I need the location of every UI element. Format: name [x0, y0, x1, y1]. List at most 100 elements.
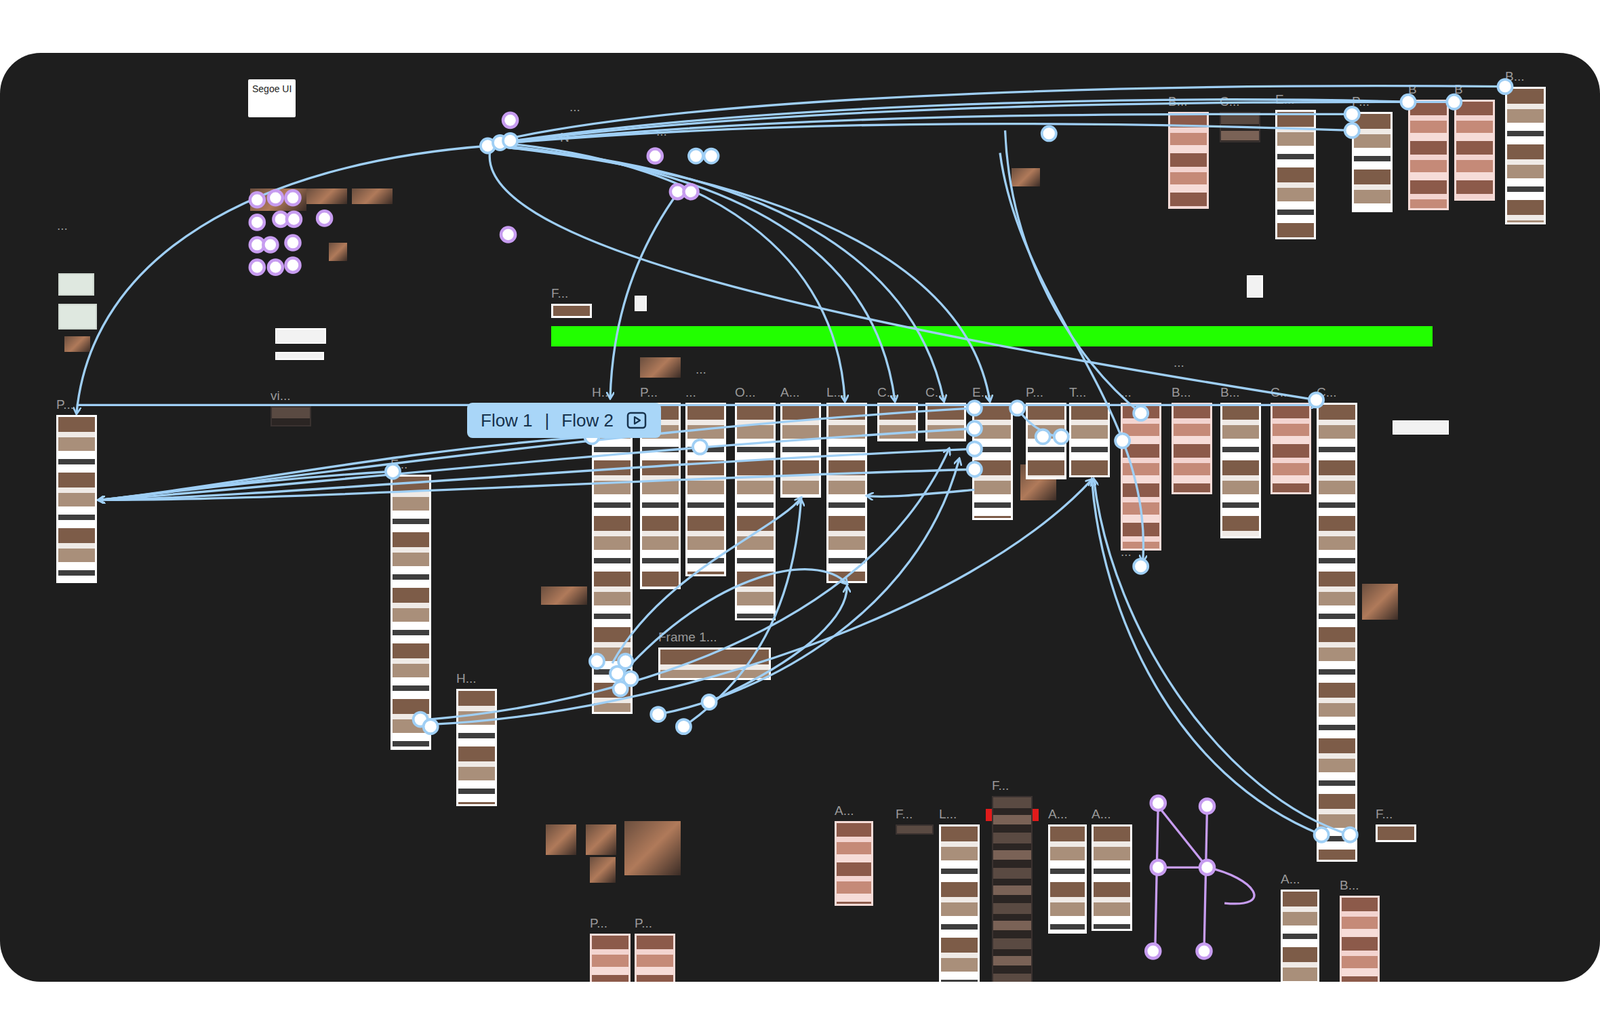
frame-thumbnail[interactable]	[56, 414, 97, 584]
map-image[interactable]	[58, 303, 97, 330]
connection-line[interactable]	[1091, 479, 1322, 835]
frame-node[interactable]: C...	[1316, 385, 1358, 862]
instance-dot[interactable]	[285, 258, 300, 273]
frame-label[interactable]: F...	[895, 806, 934, 822]
connection-line[interactable]	[1093, 479, 1350, 835]
hotspot-dot[interactable]	[1345, 123, 1360, 138]
frame-label[interactable]: vi...	[270, 388, 312, 404]
hotspot-dot[interactable]	[702, 694, 717, 710]
flow-tab[interactable]: Flow 1	[480, 410, 533, 432]
frame-label[interactable]: B	[1454, 82, 1495, 97]
component-connection[interactable]	[1157, 806, 1207, 868]
photo[interactable]	[1011, 168, 1040, 187]
hotspot-dot[interactable]	[480, 138, 495, 153]
frame-thumbnail[interactable]	[1375, 824, 1417, 843]
connection-line[interactable]	[683, 499, 801, 727]
instance-dot[interactable]	[250, 214, 265, 230]
frame-node[interactable]: C...	[877, 385, 918, 442]
hotspot-dot[interactable]	[692, 440, 708, 455]
instance-dot[interactable]	[285, 190, 300, 205]
frame-label[interactable]: ...	[1120, 385, 1162, 400]
hotspot-dot[interactable]	[1314, 827, 1329, 843]
frame-label[interactable]: C...	[925, 385, 967, 400]
connection-line[interactable]	[1017, 408, 1062, 437]
frame-thumbnail[interactable]	[1454, 99, 1495, 201]
frame-node[interactable]: F...	[551, 286, 592, 318]
frame-thumbnail[interactable]	[390, 474, 432, 750]
component-connection[interactable]	[1155, 803, 1159, 952]
frame-label[interactable]: F...	[551, 286, 592, 302]
frame-thumbnail[interactable]	[1339, 895, 1380, 982]
hotspot-dot[interactable]	[1054, 429, 1069, 445]
frame-label[interactable]: B...	[1220, 385, 1262, 400]
frame-node[interactable]: P...	[56, 397, 97, 584]
instance-dot[interactable]	[670, 184, 685, 199]
hotspot-dot[interactable]	[1497, 79, 1512, 94]
hotspot-dot[interactable]	[589, 654, 605, 669]
frame-label[interactable]: L...	[826, 385, 868, 400]
frame-thumbnail[interactable]	[1120, 402, 1162, 551]
note-label[interactable]: ...	[656, 124, 668, 139]
frame-node[interactable]: P...	[1351, 94, 1393, 213]
instance-dot[interactable]	[250, 260, 265, 275]
frame-node[interactable]: C...	[1219, 94, 1261, 143]
hotspot-dot[interactable]	[613, 681, 628, 696]
frame-label[interactable]: P...	[634, 915, 676, 931]
frame-thumbnail[interactable]	[1408, 99, 1449, 211]
frame-thumbnail[interactable]	[591, 402, 633, 714]
frame-node[interactable]: L...	[938, 806, 980, 982]
frame-thumbnail[interactable]	[1220, 402, 1262, 539]
hotspot-dot[interactable]	[1042, 126, 1057, 141]
connection-line[interactable]	[428, 448, 950, 720]
frame-node[interactable]: P...	[589, 915, 631, 982]
photo[interactable]	[1362, 583, 1398, 620]
frame-node[interactable]: F...	[390, 456, 432, 750]
connection-line[interactable]	[612, 497, 801, 664]
connection-line[interactable]	[98, 469, 975, 500]
component-connection[interactable]	[1207, 867, 1255, 904]
connection-line[interactable]	[500, 142, 846, 401]
hotspot-dot[interactable]	[1035, 429, 1051, 445]
photo[interactable]	[250, 188, 307, 211]
hotspot-dot[interactable]	[1133, 406, 1148, 421]
frame-label[interactable]: P...	[56, 397, 97, 413]
hotspot-dot[interactable]	[688, 149, 704, 164]
frame-thumbnail[interactable]	[1280, 889, 1320, 982]
card-thumbnail[interactable]	[1392, 420, 1449, 435]
photo[interactable]	[64, 336, 91, 352]
frame-node[interactable]: F...	[991, 778, 1033, 982]
frame-node[interactable]: P...	[1025, 385, 1067, 480]
connection-line[interactable]	[867, 489, 975, 497]
frame-label[interactable]: B...	[1171, 385, 1213, 400]
frame-label[interactable]: H...	[591, 385, 633, 400]
hotspot-dot[interactable]	[1343, 827, 1358, 843]
frame-thumbnail[interactable]	[1069, 402, 1110, 478]
flow-selector[interactable]: Flow 1|Flow 2	[467, 402, 662, 438]
hotspot-dot[interactable]	[967, 462, 982, 477]
frame-label[interactable]: H...	[456, 671, 497, 687]
frame-label[interactable]: ...	[685, 385, 727, 400]
note-label[interactable]: ...	[695, 362, 707, 377]
frame-node[interactable]: A...	[834, 803, 874, 906]
connection-line[interactable]	[428, 479, 1092, 725]
frame-node[interactable]: B	[1454, 82, 1495, 201]
instance-dot[interactable]	[1145, 943, 1160, 958]
photo[interactable]	[545, 824, 577, 855]
frame-thumbnail[interactable]	[658, 647, 771, 680]
hotspot-dot[interactable]	[623, 671, 638, 686]
frame-node[interactable]: vi...	[270, 388, 312, 427]
frame-thumbnail[interactable]	[1048, 824, 1087, 934]
instance-dot[interactable]	[683, 184, 698, 199]
frame-node[interactable]: F...	[895, 806, 934, 835]
instance-dot[interactable]	[501, 227, 516, 242]
photo[interactable]	[585, 824, 617, 855]
hotspot-dot[interactable]	[967, 400, 982, 415]
frame-node[interactable]: B	[1408, 82, 1449, 211]
frame-label[interactable]: C...	[1270, 385, 1312, 400]
connection-line[interactable]	[709, 586, 847, 702]
connection-line[interactable]	[505, 145, 895, 401]
frame-thumbnail[interactable]	[1505, 86, 1546, 225]
connection-line[interactable]	[489, 153, 1316, 400]
hotspot-dot[interactable]	[676, 719, 691, 734]
frame-node[interactable]: A...	[1048, 806, 1087, 934]
